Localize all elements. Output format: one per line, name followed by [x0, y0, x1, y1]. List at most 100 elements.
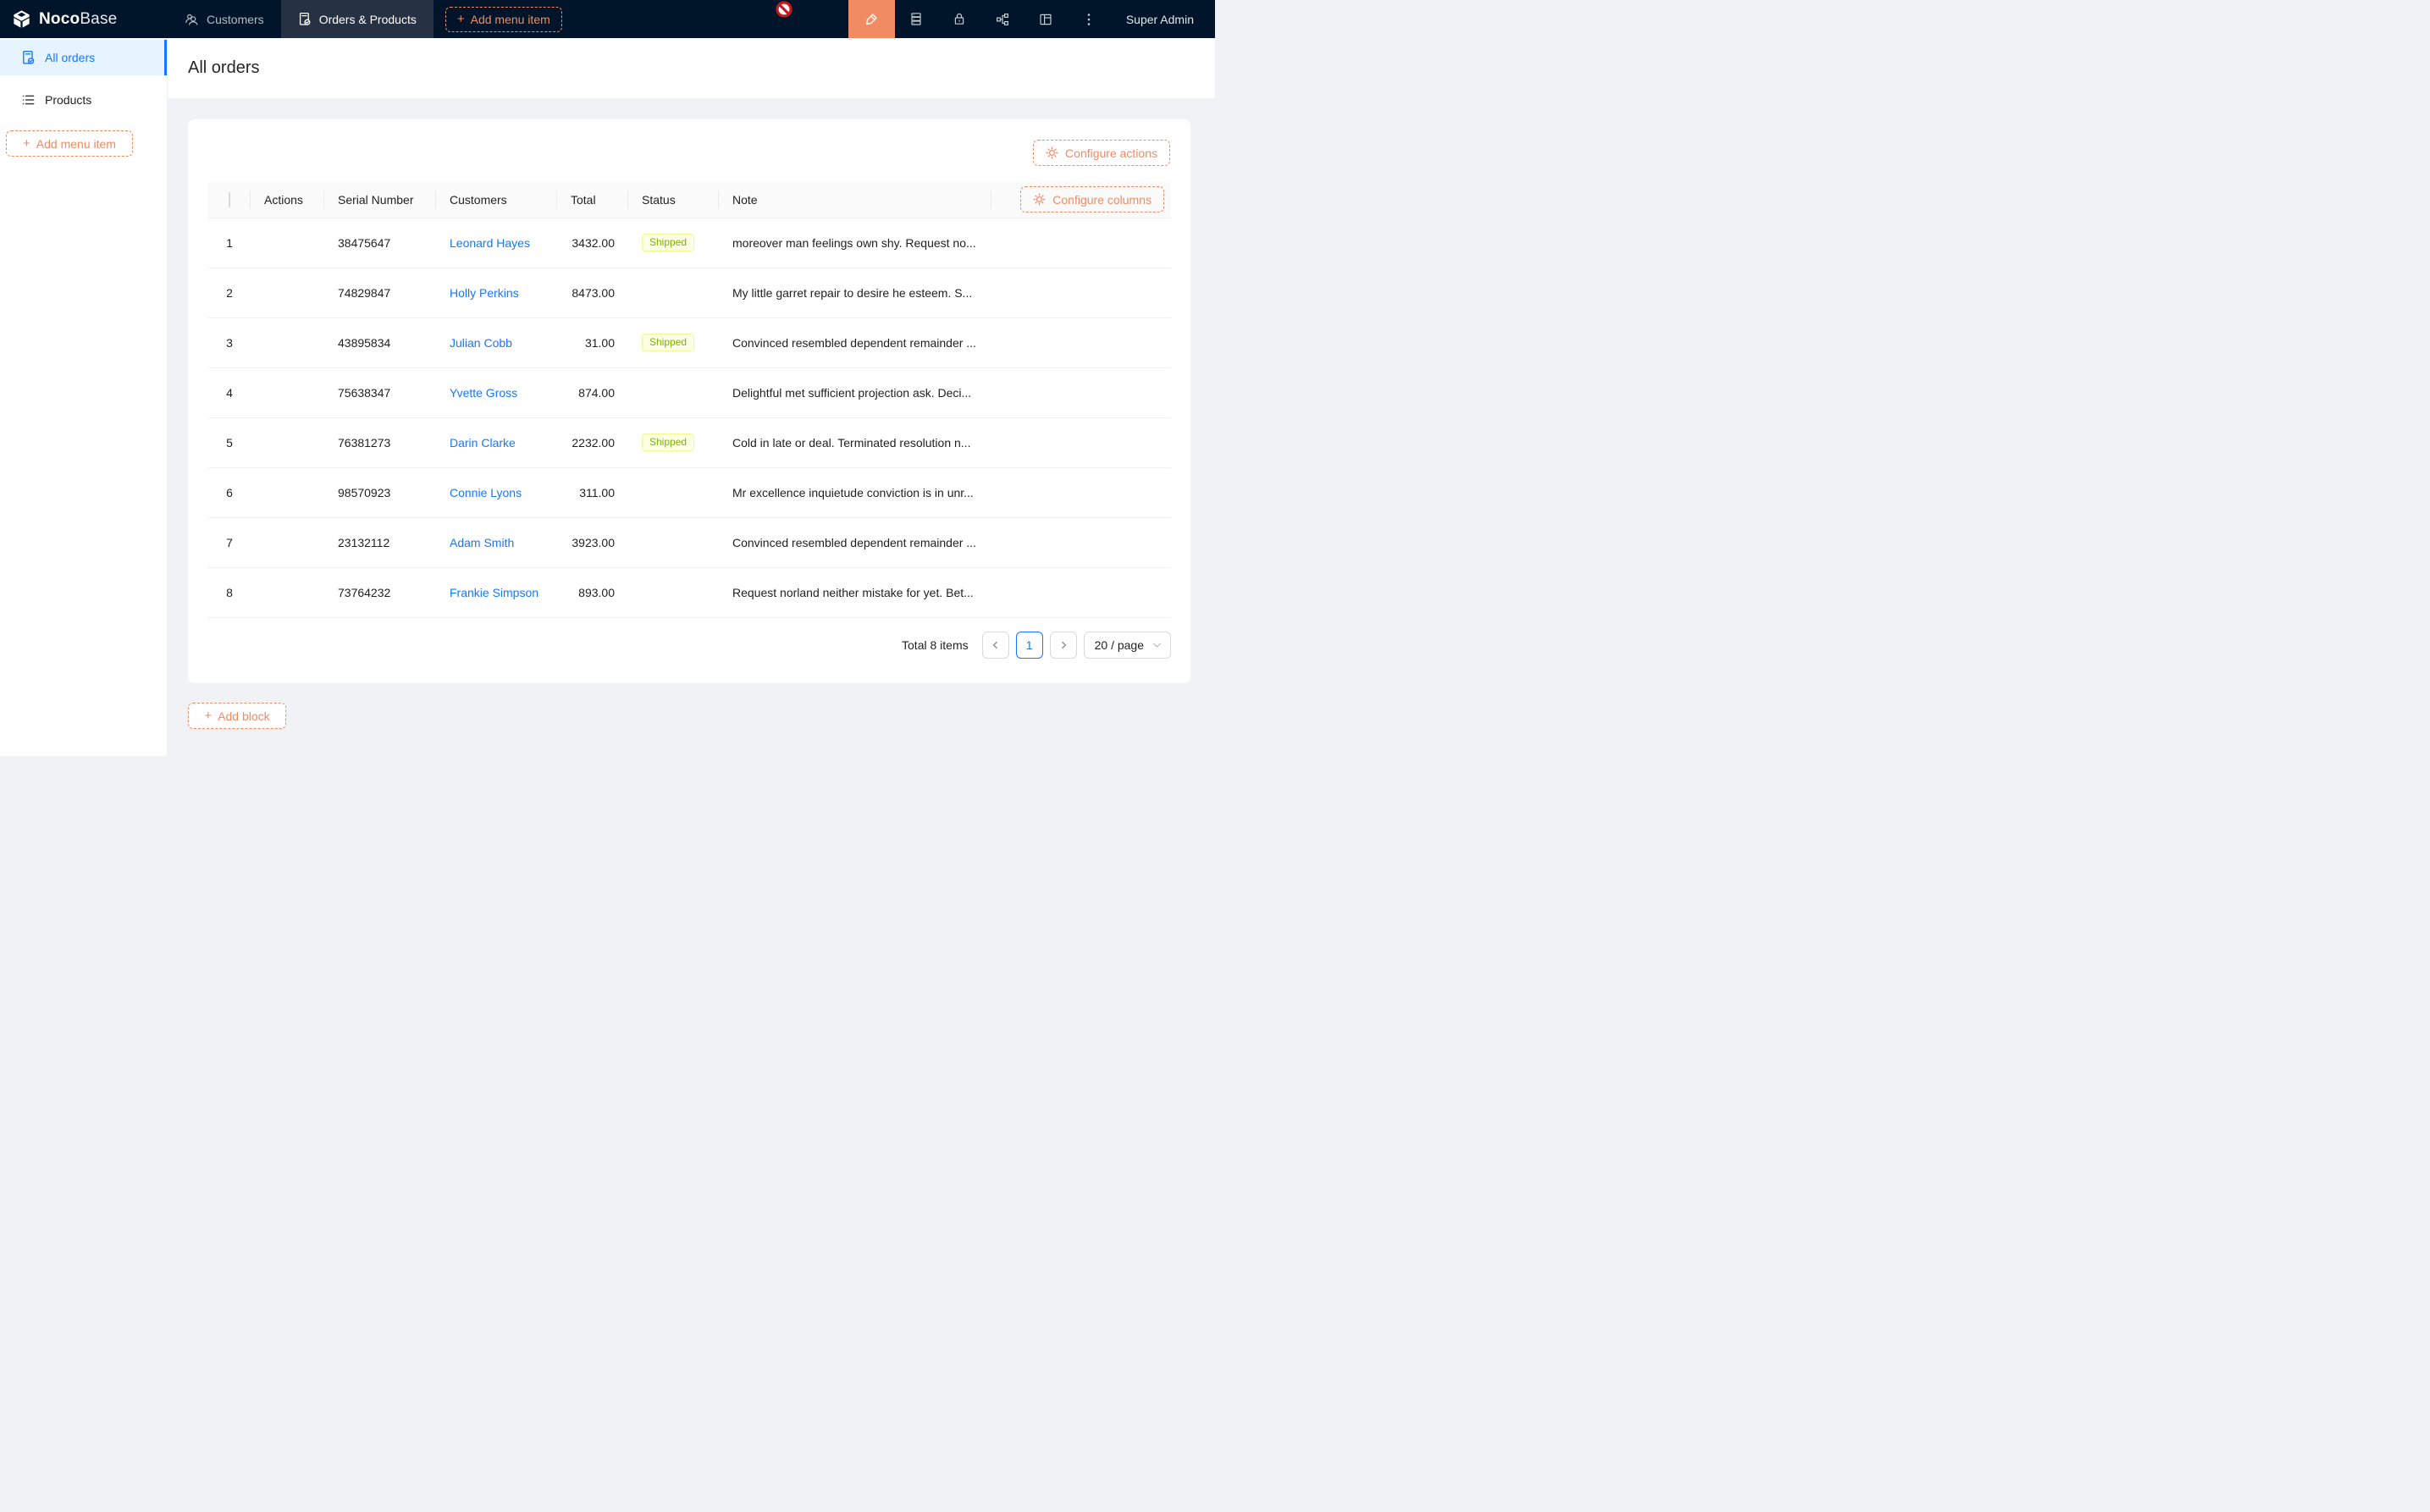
customer-link[interactable]: Yvette Gross — [450, 386, 517, 400]
nav-add-menu-item-button[interactable]: + Add menu item — [445, 7, 562, 32]
row-index[interactable]: 1 — [208, 218, 251, 268]
table-row[interactable]: 7 23132112 Adam Smith 3923.00 Convinced … — [208, 517, 1171, 567]
total-cell: 874.00 — [557, 367, 628, 417]
column-header-status: Status — [628, 182, 719, 218]
customer-link[interactable]: Darin Clarke — [450, 436, 516, 450]
serial-cell: 38475647 — [324, 218, 436, 268]
logo-text: NocoBase — [39, 10, 117, 29]
total-cell: 2232.00 — [557, 417, 628, 467]
column-header-actions: Actions — [251, 182, 324, 218]
customer-link[interactable]: Holly Perkins — [450, 286, 519, 300]
column-header-note: Note — [719, 182, 991, 218]
table-row[interactable]: 6 98570923 Connie Lyons 311.00 Mr excell… — [208, 467, 1171, 517]
note-cell: Cold in late or deal. Terminated resolut… — [719, 417, 991, 467]
row-index[interactable]: 2 — [208, 268, 251, 317]
total-cell: 311.00 — [557, 467, 628, 517]
row-index[interactable]: 5 — [208, 417, 251, 467]
serial-cell: 76381273 — [324, 417, 436, 467]
page-title: All orders — [188, 58, 259, 78]
layout-switch-button[interactable] — [1024, 0, 1068, 38]
sidebar-item-all-orders[interactable]: All orders — [0, 40, 167, 75]
sidebar-add-menu-item-button[interactable]: + Add menu item — [6, 130, 133, 157]
status-badge: Shipped — [642, 433, 694, 451]
top-navbar: NocoBase Customers — [0, 0, 1215, 38]
sidebar-item-label: Products — [45, 93, 91, 107]
row-index[interactable]: 8 — [208, 567, 251, 617]
customer-link[interactable]: Julian Cobb — [450, 336, 512, 350]
navbar-right-actions: Super Admin — [848, 0, 1215, 38]
actions-cell — [251, 317, 324, 367]
configure-columns-button[interactable]: Configure columns — [1020, 186, 1164, 212]
table-row[interactable]: 3 43895834 Julian Cobb 31.00 Shipped Con… — [208, 317, 1171, 367]
nav-item-label: Customers — [207, 13, 264, 26]
sidebar-item-products[interactable]: Products — [0, 82, 167, 118]
customer-link[interactable]: Frankie Simpson — [450, 586, 538, 599]
list-icon — [21, 93, 36, 107]
chevron-down-icon — [1152, 642, 1162, 648]
total-cell: 8473.00 — [557, 268, 628, 317]
collections-icon — [909, 12, 923, 26]
note-cell: Request norland neither mistake for yet.… — [719, 567, 991, 617]
all-orders-doc-check-icon — [21, 50, 36, 65]
nav-item-orders-products[interactable]: Orders & Products — [281, 0, 434, 38]
note-cell: Delightful met sufficient projection ask… — [719, 367, 991, 417]
plugins-icon — [996, 13, 1009, 26]
total-cell: 3923.00 — [557, 517, 628, 567]
actions-cell — [251, 517, 324, 567]
column-header-total: Total — [557, 182, 628, 218]
more-actions-button[interactable] — [1068, 0, 1111, 38]
nav-item-customers[interactable]: Customers — [168, 0, 281, 38]
table-row[interactable]: 2 74829847 Holly Perkins 8473.00 My litt… — [208, 268, 1171, 317]
table-row[interactable]: 8 73764232 Frankie Simpson 893.00 Reques… — [208, 567, 1171, 617]
pagination-page-1[interactable]: 1 — [1016, 632, 1043, 659]
sidebar-item-label: All orders — [45, 51, 95, 64]
total-cell: 893.00 — [557, 567, 628, 617]
row-index[interactable]: 6 — [208, 467, 251, 517]
note-cell: Mr excellence inquietude conviction is i… — [719, 467, 991, 517]
row-index[interactable]: 7 — [208, 517, 251, 567]
serial-cell: 98570923 — [324, 467, 436, 517]
gear-icon — [1046, 146, 1058, 159]
actions-cell — [251, 218, 324, 268]
sidebar: All orders Products + Add menu item — [0, 38, 168, 756]
page-header: All orders — [168, 38, 1215, 98]
table-row[interactable]: 5 76381273 Darin Clarke 2232.00 Shipped … — [208, 417, 1171, 467]
pagination: Total 8 items 1 20 / page — [208, 632, 1171, 659]
orders-table: Actions Serial Number Customers Total St… — [208, 182, 1171, 618]
collections-manager-button[interactable] — [895, 0, 938, 38]
configure-actions-button[interactable]: Configure actions — [1033, 140, 1170, 166]
page-size-select[interactable]: 20 / page — [1084, 632, 1171, 659]
plugin-manager-button[interactable] — [981, 0, 1024, 38]
pagination-prev-button[interactable] — [982, 632, 1009, 659]
pagination-next-button[interactable] — [1050, 632, 1077, 659]
nocobase-logo-icon — [11, 8, 32, 30]
logo[interactable]: NocoBase — [0, 0, 168, 38]
serial-cell: 74829847 — [324, 268, 436, 317]
plus-icon: + — [23, 137, 30, 150]
note-cell: My little garret repair to desire he est… — [719, 268, 991, 317]
user-menu[interactable]: Super Admin — [1111, 0, 1215, 38]
customer-link[interactable]: Connie Lyons — [450, 486, 522, 499]
nocobase-app: NocoBase Customers — [0, 0, 1215, 756]
row-index[interactable]: 3 — [208, 317, 251, 367]
actions-cell — [251, 567, 324, 617]
orders-doc-check-icon — [298, 12, 312, 26]
lock-icon — [953, 12, 966, 26]
add-block-button[interactable]: + Add block — [188, 703, 286, 729]
not-allowed-cursor-icon — [776, 1, 793, 18]
status-badge: Shipped — [642, 334, 694, 351]
customer-link[interactable]: Leonard Hayes — [450, 236, 530, 250]
table-header-row: Actions Serial Number Customers Total St… — [208, 182, 1171, 218]
status-badge: Shipped — [642, 234, 694, 251]
table-toolbar: Configure actions — [208, 140, 1170, 166]
table-row[interactable]: 1 38475647 Leonard Hayes 3432.00 Shipped… — [208, 218, 1171, 268]
row-index[interactable]: 4 — [208, 367, 251, 417]
total-cell: 3432.00 — [557, 218, 628, 268]
select-all-checkbox[interactable] — [229, 192, 230, 207]
plus-icon: + — [457, 13, 465, 25]
more-ellipsis-icon — [1087, 13, 1091, 26]
table-row[interactable]: 4 75638347 Yvette Gross 874.00 Delightfu… — [208, 367, 1171, 417]
customer-link[interactable]: Adam Smith — [450, 536, 514, 549]
access-control-button[interactable] — [938, 0, 981, 38]
designable-toggle-button[interactable] — [848, 0, 895, 38]
